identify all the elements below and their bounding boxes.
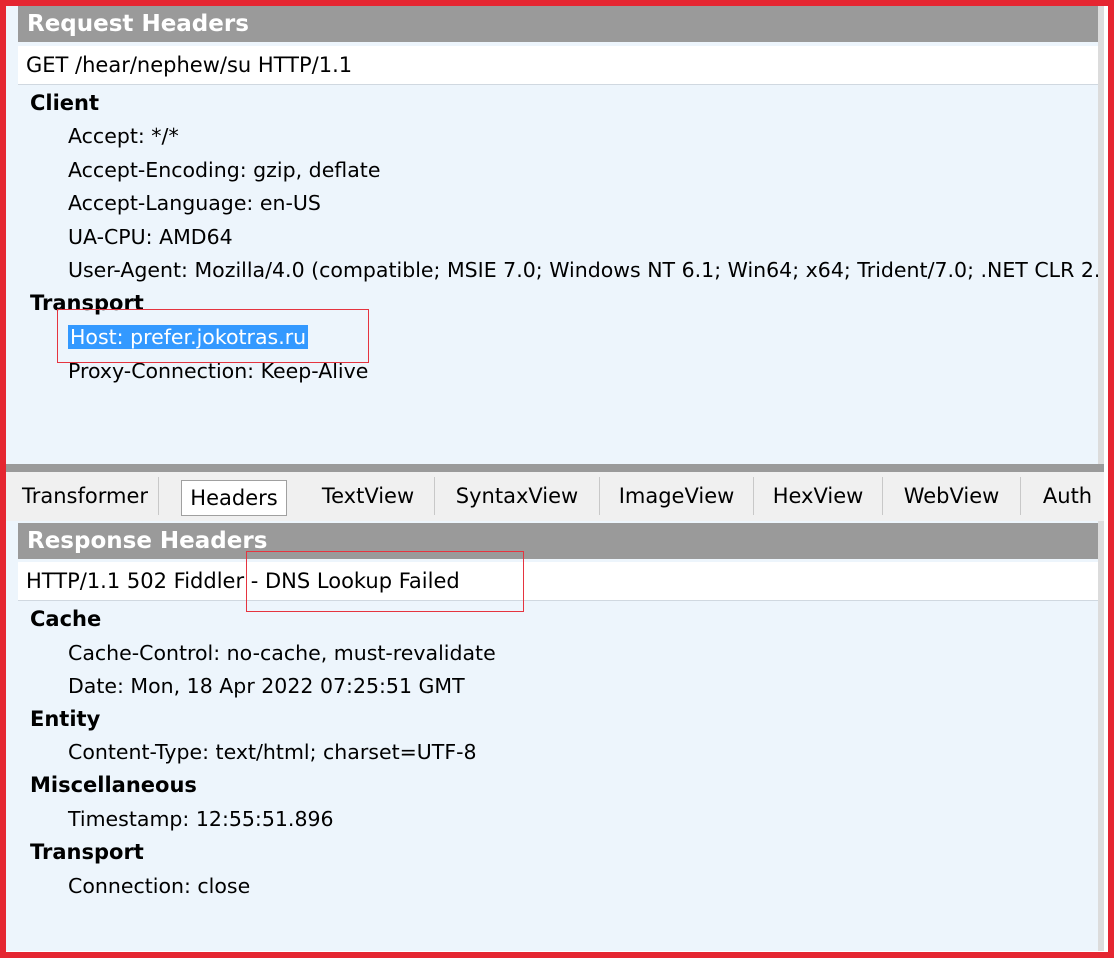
header-accept-language[interactable]: Accept-Language: en-US (68, 188, 321, 218)
header-user-agent[interactable]: User-Agent: Mozilla/4.0 (compatible; MSI… (68, 255, 1104, 285)
header-connection[interactable]: Connection: close (68, 871, 250, 901)
response-headers-panel: Response Headers HTTP/1.1 502 Fiddler - … (6, 521, 1104, 951)
tab-auth[interactable]: Auth (1021, 477, 1114, 515)
tab-webview[interactable]: WebView (883, 477, 1021, 515)
header-accept[interactable]: Accept: */* (68, 121, 179, 151)
pane-splitter[interactable] (6, 464, 1104, 472)
inspector-tab-bar: Transformer Headers TextView SyntaxView … (6, 472, 1104, 522)
group-miscellaneous[interactable]: Miscellaneous (30, 770, 197, 800)
tab-headers[interactable]: Headers (181, 480, 287, 516)
group-cache[interactable]: Cache (30, 604, 101, 634)
group-client[interactable]: Client (30, 88, 99, 118)
header-ua-cpu[interactable]: UA-CPU: AMD64 (68, 222, 233, 252)
request-headers-title: Request Headers (18, 6, 1104, 42)
tab-hexview[interactable]: HexView (754, 477, 883, 515)
header-content-type[interactable]: Content-Type: text/html; charset=UTF-8 (68, 737, 477, 767)
annotation-box-host (57, 309, 369, 363)
group-entity[interactable]: Entity (30, 704, 100, 734)
tab-textview[interactable]: TextView (302, 477, 435, 515)
tab-imageview[interactable]: ImageView (600, 477, 754, 515)
request-line[interactable]: GET /hear/nephew/su HTTP/1.1 (18, 46, 1104, 85)
response-status-line[interactable]: HTTP/1.1 502 Fiddler - DNS Lookup Failed (18, 562, 1104, 601)
header-date[interactable]: Date: Mon, 18 Apr 2022 07:25:51 GMT (68, 671, 465, 701)
response-headers-title: Response Headers (18, 523, 1104, 559)
tab-syntaxview[interactable]: SyntaxView (435, 477, 600, 515)
header-accept-encoding[interactable]: Accept-Encoding: gzip, deflate (68, 155, 380, 185)
header-timestamp[interactable]: Timestamp: 12:55:51.896 (68, 804, 334, 834)
tab-transformer[interactable]: Transformer (12, 477, 159, 515)
request-scrollbar[interactable] (1098, 6, 1104, 464)
request-headers-panel: Request Headers GET /hear/nephew/su HTTP… (6, 6, 1104, 464)
header-cache-control[interactable]: Cache-Control: no-cache, must-revalidate (68, 638, 496, 668)
group-transport-response[interactable]: Transport (30, 837, 144, 867)
annotation-box-dns-failed (246, 551, 524, 612)
response-scrollbar[interactable] (1098, 521, 1104, 951)
